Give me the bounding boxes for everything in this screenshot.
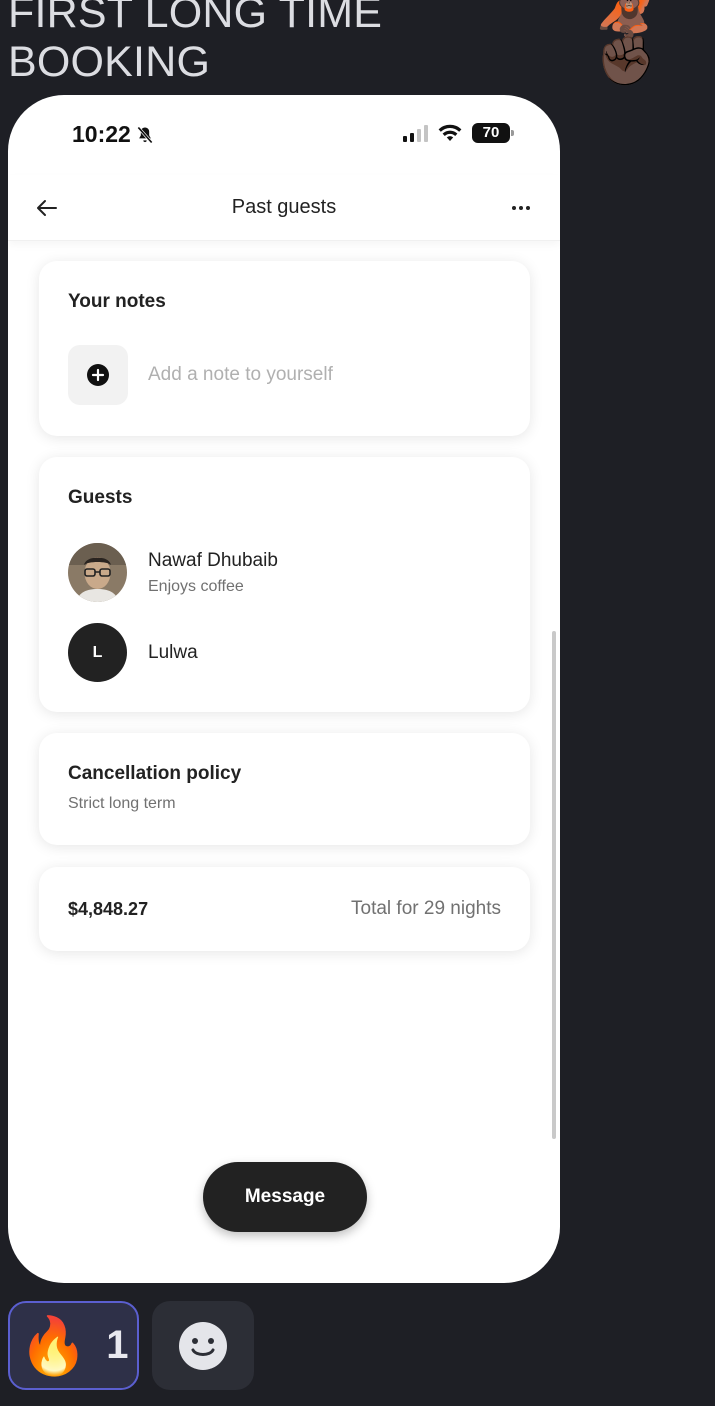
more-options-button[interactable]	[508, 195, 534, 221]
guest-name: Lulwa	[148, 641, 198, 663]
ellipsis-icon	[512, 206, 530, 210]
notes-title: Your notes	[68, 291, 166, 312]
guest-info: Lulwa	[148, 642, 198, 664]
battery-indicator: 70	[472, 123, 514, 143]
guest-item[interactable]: L Lulwa	[68, 623, 198, 682]
cancellation-policy-value: Strict long term	[68, 795, 176, 812]
add-note-button[interactable]	[68, 345, 128, 405]
fire-reaction-button[interactable]: 🔥 1	[8, 1301, 139, 1390]
guest-item[interactable]: Nawaf Dhubaib Enjoys coffee	[68, 543, 278, 602]
add-note-row[interactable]: Add a note to yourself	[68, 345, 333, 405]
navigation-bar: Past guests	[8, 175, 560, 241]
cancellation-policy-title: Cancellation policy	[68, 763, 242, 784]
reaction-count: 1	[106, 1323, 129, 1367]
total-card[interactable]: $4,848.27 Total for 29 nights	[39, 867, 530, 951]
guest-name: Nawaf Dhubaib	[148, 549, 278, 571]
arrow-left-icon	[37, 200, 57, 216]
total-label: Total for 29 nights	[351, 898, 501, 919]
guests-card: Guests Nawaf Dhubaib Enjoys coffee L Lul…	[39, 457, 530, 712]
status-bar: 10:22 70	[8, 95, 560, 175]
time-label: 10:22	[72, 121, 131, 147]
back-button[interactable]	[34, 195, 60, 221]
fire-emoji-icon: 🔥	[18, 1313, 89, 1377]
guest-subtitle: Enjoys coffee	[148, 577, 244, 595]
cancellation-policy-card[interactable]: Cancellation policy Strict long term	[39, 733, 530, 845]
scrollbar[interactable]	[552, 631, 556, 1139]
message-button[interactable]: Message	[203, 1162, 367, 1232]
guests-title: Guests	[68, 487, 133, 508]
page-title: Past guests	[231, 196, 337, 218]
wifi-icon	[438, 124, 462, 141]
phone-screenshot[interactable]: 10:22 70 Past guests Your notes Add a no…	[8, 95, 560, 1283]
status-indicators: 70	[403, 123, 514, 143]
notes-card: Your notes Add a note to yourself	[39, 261, 530, 436]
guest-info: Nawaf Dhubaib Enjoys coffee	[148, 550, 278, 596]
add-note-placeholder[interactable]: Add a note to yourself	[148, 364, 333, 386]
add-reaction-button[interactable]	[152, 1301, 254, 1390]
smiley-icon	[179, 1321, 227, 1370]
chat-message-title: FIRST LONG TIME BOOKING 🦧✊🏿	[8, 0, 715, 86]
status-time: 10:22	[72, 121, 155, 148]
plus-circle-icon	[87, 364, 109, 386]
chat-message-text: FIRST LONG TIME BOOKING	[8, 0, 383, 86]
chat-message-emojis: 🦧✊🏿	[596, 0, 657, 88]
guest-avatar-photo	[68, 543, 127, 602]
bell-muted-icon	[137, 126, 153, 143]
total-amount: $4,848.27	[68, 899, 149, 919]
cellular-signal-icon	[403, 124, 428, 142]
guest-avatar-initial: L	[68, 623, 127, 682]
